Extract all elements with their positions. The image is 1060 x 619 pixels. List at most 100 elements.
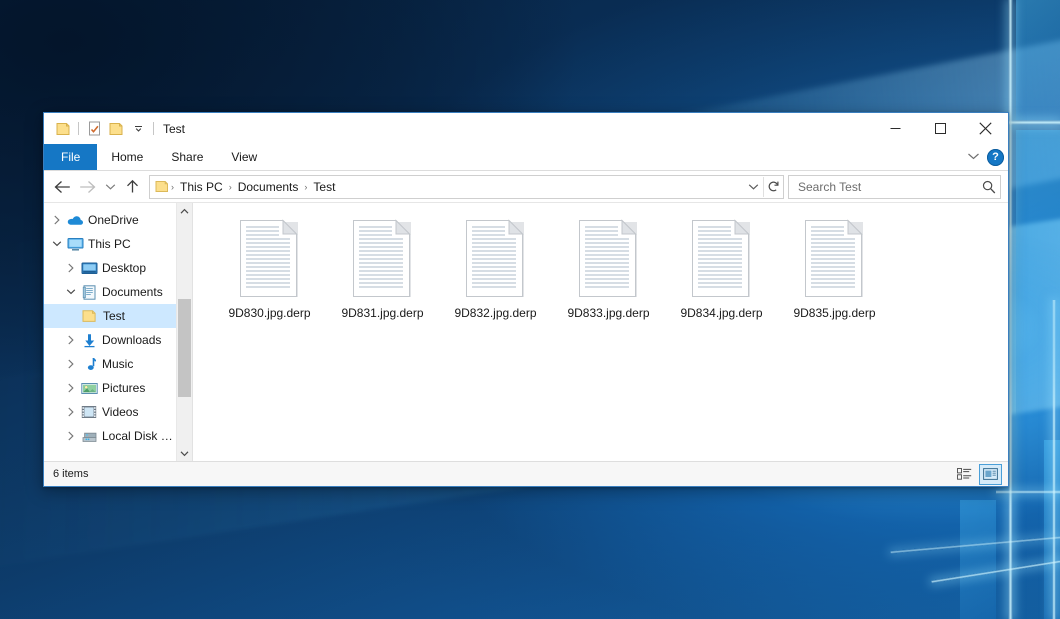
file-item[interactable]: 9D834.jpg.derp [665, 217, 778, 337]
file-name-label: 9D831.jpg.derp [341, 306, 423, 320]
tab-share[interactable]: Share [157, 144, 217, 170]
close-button[interactable] [963, 113, 1008, 144]
file-item[interactable]: 9D832.jpg.derp [439, 217, 552, 337]
generic-document-icon[interactable] [578, 219, 640, 298]
chevron-right-icon[interactable] [62, 383, 79, 393]
sidebar-item-test[interactable]: Test [44, 304, 176, 328]
toolbar-separator-1 [78, 122, 79, 135]
tab-home[interactable]: Home [97, 144, 157, 170]
sidebar-item-music[interactable]: Music [44, 352, 176, 376]
tab-view[interactable]: View [217, 144, 271, 170]
generic-document-icon[interactable] [804, 219, 866, 298]
chevron-right-icon[interactable] [48, 215, 65, 225]
sidebar-item-documents[interactable]: Documents [44, 280, 176, 304]
sidebar-item-label: Pictures [102, 381, 145, 395]
file-name-label: 9D834.jpg.derp [680, 306, 762, 320]
chevron-down-icon[interactable] [48, 240, 65, 248]
recent-locations-button[interactable] [100, 175, 120, 199]
search-icon[interactable] [982, 180, 996, 194]
chevron-down-icon[interactable] [127, 118, 149, 140]
breadcrumb-item-this-pc[interactable]: This PC [175, 180, 228, 194]
chevron-right-icon[interactable] [62, 407, 79, 417]
search-input[interactable] [796, 179, 982, 195]
file-name-label: 9D830.jpg.derp [228, 306, 310, 320]
sidebar-item-label: OneDrive [88, 213, 139, 227]
videos-icon [79, 405, 99, 419]
address-bar: › This PC › Documents › Test [44, 171, 1008, 203]
file-item[interactable]: 9D833.jpg.derp [552, 217, 665, 337]
status-bar: 6 items [44, 461, 1008, 486]
sidebar-item-desktop[interactable]: Desktop [44, 256, 176, 280]
folder-icon[interactable] [52, 118, 74, 140]
sidebar-item-local-disk-c[interactable]: Local Disk (C:) [44, 424, 176, 448]
window-title: Test [163, 122, 185, 136]
generic-document-icon[interactable] [352, 219, 414, 298]
sidebar-item-label: Downloads [102, 333, 161, 347]
sidebar-item-this-pc[interactable]: This PC [44, 232, 176, 256]
generic-document-icon[interactable] [239, 219, 301, 298]
breadcrumb-tools [744, 176, 783, 198]
chevron-down-icon[interactable] [62, 288, 79, 296]
caption-buttons [873, 113, 1008, 144]
file-item[interactable]: 9D835.jpg.derp [778, 217, 891, 337]
chevron-right-icon[interactable] [62, 431, 79, 441]
item-count-label: 6 items [53, 468, 88, 480]
toolbar-separator-2 [153, 122, 154, 135]
sidebar-item-pictures[interactable]: Pictures [44, 376, 176, 400]
folder-icon[interactable] [155, 180, 170, 193]
sidebar-item-label: Local Disk (C:) [102, 429, 176, 443]
documents-icon [79, 285, 99, 300]
breadcrumb-item-documents[interactable]: Documents [233, 180, 304, 194]
scroll-down-button[interactable] [177, 445, 192, 461]
folder-icon [80, 309, 100, 323]
generic-document-icon[interactable] [691, 219, 753, 298]
file-grid: 9D830.jpg.derp 9D831.jpg.derp 9D832.jpg.de… [213, 217, 1008, 337]
chevron-down-icon[interactable] [744, 177, 763, 197]
maximize-button[interactable] [918, 113, 963, 144]
monitor-icon [65, 237, 85, 251]
ribbon-controls: ? [967, 144, 1004, 170]
breadcrumb: › This PC › Documents › Test [150, 180, 744, 194]
sidebar-item-label: Videos [102, 405, 138, 419]
generic-document-icon[interactable] [465, 219, 527, 298]
details-view-button[interactable] [953, 464, 976, 485]
pictures-icon [79, 382, 99, 395]
scrollbar-thumb[interactable] [178, 299, 191, 397]
chevron-right-icon[interactable] [62, 263, 79, 273]
tab-file[interactable]: File [44, 144, 97, 170]
chevron-right-icon[interactable] [62, 359, 79, 369]
ribbon-tab-bar: File Home Share View ? [44, 144, 1008, 171]
sidebar-item-label: Documents [102, 285, 163, 299]
breadcrumb-bar[interactable]: › This PC › Documents › Test [149, 175, 784, 199]
file-item[interactable]: 9D830.jpg.derp [213, 217, 326, 337]
back-button[interactable] [50, 175, 75, 199]
file-explorer-window: Test File Home Share View ? [43, 112, 1009, 487]
large-icons-view-button[interactable] [979, 464, 1002, 485]
up-button[interactable] [120, 175, 145, 199]
properties-icon[interactable] [83, 118, 105, 140]
sidebar-item-label: Desktop [102, 261, 146, 275]
help-icon[interactable]: ? [987, 149, 1004, 166]
chevron-right-icon[interactable] [62, 335, 79, 345]
quick-access-toolbar [52, 118, 158, 140]
chevron-down-icon[interactable] [967, 148, 980, 166]
file-name-label: 9D835.jpg.derp [793, 306, 875, 320]
search-box[interactable] [788, 175, 1001, 199]
scroll-up-button[interactable] [177, 203, 192, 219]
scrollbar-track[interactable] [177, 219, 192, 445]
navigation-pane-scrollbar[interactable] [176, 203, 192, 461]
sidebar-item-videos[interactable]: Videos [44, 400, 176, 424]
sidebar-item-onedrive[interactable]: OneDrive [44, 208, 176, 232]
title-bar[interactable]: Test [44, 113, 1008, 144]
refresh-icon[interactable] [764, 177, 783, 197]
sidebar-item-label: This PC [88, 237, 131, 251]
breadcrumb-item-test[interactable]: Test [308, 180, 340, 194]
minimize-button[interactable] [873, 113, 918, 144]
forward-button[interactable] [75, 175, 100, 199]
file-name-label: 9D833.jpg.derp [567, 306, 649, 320]
desktop-icon [79, 262, 99, 275]
file-item[interactable]: 9D831.jpg.derp [326, 217, 439, 337]
new-folder-icon[interactable] [105, 118, 127, 140]
sidebar-item-downloads[interactable]: Downloads [44, 328, 176, 352]
file-list-view[interactable]: 9D830.jpg.derp 9D831.jpg.derp 9D832.jpg.de… [193, 203, 1008, 461]
